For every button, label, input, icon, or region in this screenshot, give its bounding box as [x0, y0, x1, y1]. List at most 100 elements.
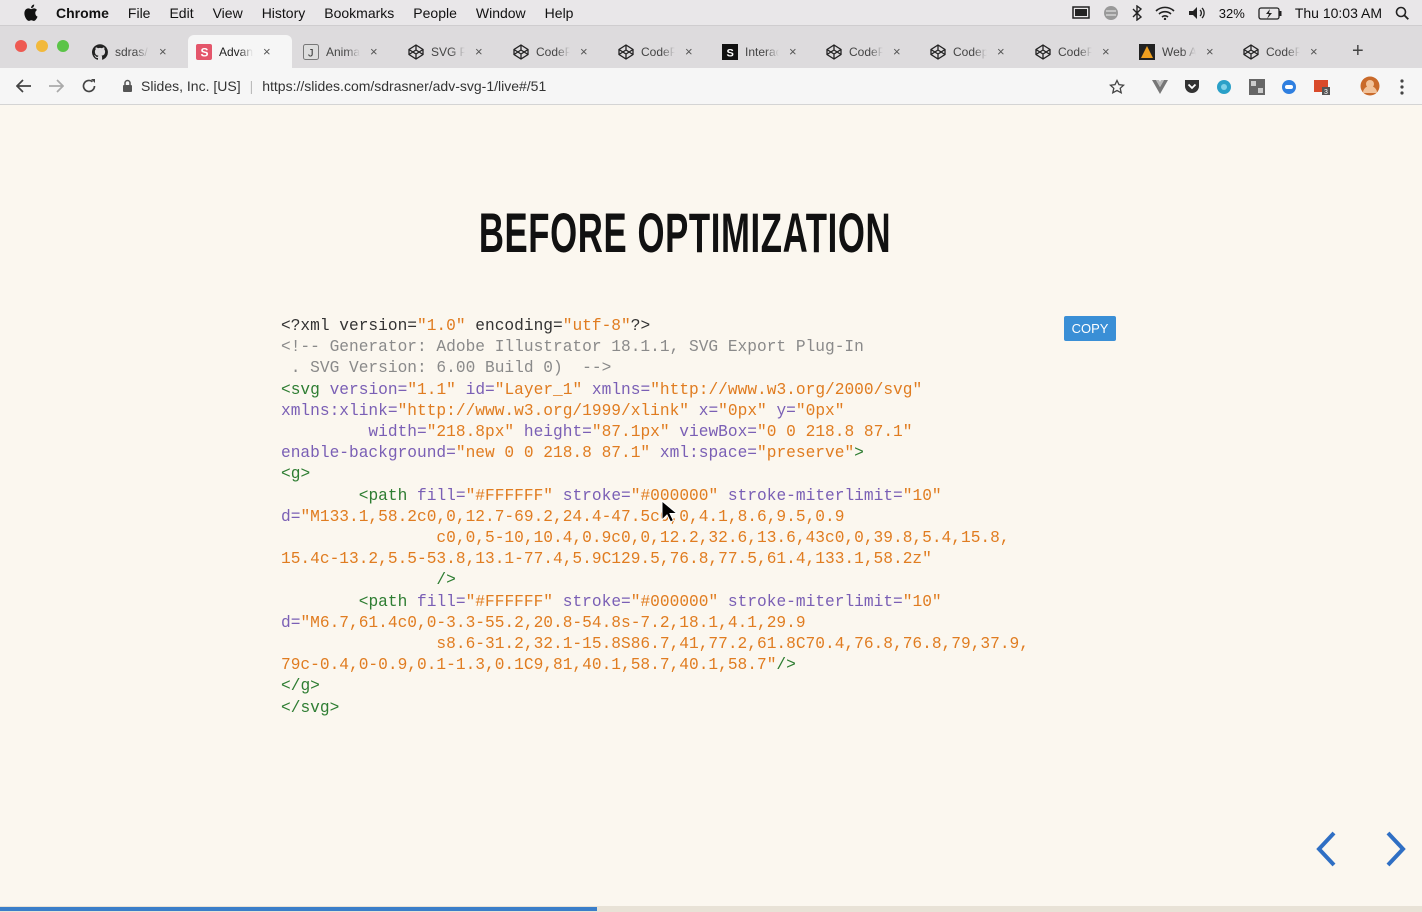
code-line: enable-background="new 0 0 218.8 87.1" x…	[281, 444, 864, 463]
github-icon	[92, 43, 108, 60]
code-line: s8.6-31.2,32.1-15.8S86.7,41,77.2,61.8C70…	[281, 635, 1029, 654]
tab-interactive[interactable]: S Interac ×	[714, 35, 814, 68]
menu-bookmarks[interactable]: Bookmarks	[324, 5, 394, 21]
tab-codepen-1[interactable]: CodeP ×	[505, 35, 605, 68]
tab-close-icon[interactable]: ×	[263, 44, 271, 59]
site-identity: Slides, Inc. [US]	[141, 78, 241, 94]
code-line: <svg version="1.1" id="Layer_1" xmlns="h…	[281, 380, 923, 399]
new-tab-button[interactable]: +	[1344, 35, 1374, 68]
tab-title: CodeP	[641, 44, 675, 59]
svg-text:S: S	[727, 47, 734, 59]
tab-title: CodeP	[1058, 44, 1092, 59]
tab-close-icon[interactable]: ×	[893, 44, 901, 59]
chevron-left-icon	[1316, 831, 1336, 867]
reload-button[interactable]	[79, 76, 99, 96]
menu-edit[interactable]: Edit	[169, 5, 193, 21]
back-button[interactable]	[14, 76, 34, 96]
menu-view[interactable]: View	[213, 5, 243, 21]
code-comment: <!-- Generator: Adobe Illustrator 18.1.1…	[281, 338, 864, 357]
tab-close-icon[interactable]: ×	[159, 44, 167, 59]
menu-history[interactable]: History	[262, 5, 306, 21]
tab-title: Advanced	[219, 44, 253, 59]
codepen-icon	[513, 43, 529, 60]
tab-title: sdras/	[115, 44, 148, 59]
slide-progress-fill	[0, 907, 598, 911]
tab-title: Interac	[745, 44, 779, 59]
address-bar[interactable]: Slides, Inc. [US] | https://slides.com/s…	[110, 73, 1140, 99]
vue-devtools-icon[interactable]	[1151, 78, 1168, 95]
codepen-icon	[1035, 43, 1051, 60]
slide-title: BEFORE OPTIMIZATION	[478, 201, 892, 264]
tab-close-icon[interactable]: ×	[1310, 44, 1318, 59]
codepen-icon	[408, 43, 424, 60]
next-slide-button[interactable]	[1376, 827, 1416, 871]
extension-blue-icon[interactable]	[1280, 78, 1297, 95]
code-line: <?xml version="1.0" encoding="utf-8"?>	[281, 317, 651, 335]
tab-codepen-2[interactable]: CodeP ×	[610, 35, 710, 68]
lock-icon[interactable]	[122, 79, 133, 93]
tab-codepen-3[interactable]: CodeP ×	[818, 35, 918, 68]
tab-animation[interactable]: J Animat ×	[295, 35, 395, 68]
globe-icon[interactable]	[1103, 5, 1119, 21]
tab-close-icon[interactable]: ×	[685, 44, 693, 59]
code-line: <g>	[281, 465, 311, 484]
tab-close-icon[interactable]: ×	[997, 44, 1005, 59]
tab-close-icon[interactable]: ×	[370, 44, 378, 59]
extension-grid-icon[interactable]	[1248, 78, 1265, 95]
wifi-icon[interactable]	[1155, 6, 1175, 20]
code-comment: . SVG Version: 6.00 Build 0) -->	[281, 359, 612, 378]
url-text[interactable]: https://slides.com/sdrasner/adv-svg-1/li…	[262, 78, 546, 94]
menu-kebab-icon[interactable]	[1393, 78, 1410, 95]
code-line: />	[281, 571, 456, 590]
s-icon: S	[722, 43, 738, 60]
tab-codepen-6[interactable]: CodeP ×	[1235, 35, 1335, 68]
screen-mirroring-icon[interactable]	[1072, 6, 1090, 20]
code-line: width="218.8px" height="87.1px" viewBox=…	[281, 423, 913, 442]
menu-file[interactable]: File	[128, 5, 151, 21]
tab-close-icon[interactable]: ×	[475, 44, 483, 59]
tab-title: CodeP	[849, 44, 883, 59]
close-window-button[interactable]	[15, 40, 27, 52]
tab-sdras[interactable]: sdras/ ×	[84, 35, 184, 68]
menubar-clock[interactable]: Thu 10:03 AM	[1295, 5, 1382, 21]
menu-help[interactable]: Help	[545, 5, 574, 21]
pocket-icon[interactable]	[1183, 78, 1200, 95]
code-block: <?xml version="1.0" encoding="utf-8"?> <…	[281, 316, 1029, 719]
code-line: xmlns:xlink="http://www.w3.org/1999/xlin…	[281, 401, 845, 420]
minimize-window-button[interactable]	[36, 40, 48, 52]
tab-close-icon[interactable]: ×	[1102, 44, 1110, 59]
tab-title: CodeP	[536, 44, 570, 59]
tab-codepen-5[interactable]: CodeP ×	[1027, 35, 1127, 68]
bluetooth-icon[interactable]	[1132, 5, 1142, 21]
volume-icon[interactable]	[1188, 6, 1206, 20]
menu-window[interactable]: Window	[476, 5, 526, 21]
tab-close-icon[interactable]: ×	[789, 44, 797, 59]
menu-people[interactable]: People	[413, 5, 457, 21]
slide-progress-bar	[0, 906, 1422, 912]
forward-button[interactable]	[46, 76, 66, 96]
svg-text:S: S	[201, 45, 209, 59]
extension-badge-icon[interactable]: 3	[1313, 78, 1330, 96]
code-line: c0,0,5-10,10.4,0.9c0,0,12.2,32.6,13.6,43…	[281, 529, 1010, 548]
zoom-window-button[interactable]	[57, 40, 69, 52]
tab-title: CodeP	[1266, 44, 1300, 59]
slide-viewport: BEFORE OPTIMIZATION COPY <?xml version="…	[0, 105, 1422, 912]
menu-app-chrome[interactable]: Chrome	[56, 5, 109, 21]
tab-close-icon[interactable]: ×	[1206, 44, 1214, 59]
tab-close-icon[interactable]: ×	[580, 44, 588, 59]
profile-avatar[interactable]	[1360, 76, 1380, 96]
copy-code-button[interactable]: COPY	[1064, 316, 1116, 341]
prev-slide-button[interactable]	[1306, 827, 1346, 871]
tab-svg-path[interactable]: SVG Pa ×	[400, 35, 500, 68]
tab-codepen-4[interactable]: Codep ×	[922, 35, 1022, 68]
code-line: </svg>	[281, 698, 340, 717]
extension-globe-icon[interactable]	[1215, 78, 1232, 95]
code-line: <path fill="#FFFFFF" stroke="#000000" st…	[281, 592, 942, 611]
battery-icon[interactable]	[1258, 6, 1282, 20]
code-line: 79c-0.4,0-0.9,0.1-1.3,0.1C9,81,40.1,58.7…	[281, 656, 796, 675]
tab-web-animations[interactable]: Web A ×	[1131, 35, 1231, 68]
bookmark-star-icon[interactable]	[1108, 78, 1125, 95]
apple-icon[interactable]	[22, 4, 38, 22]
tab-advanced-svg[interactable]: S Advanced ×	[188, 35, 292, 68]
spotlight-icon[interactable]	[1395, 6, 1409, 20]
